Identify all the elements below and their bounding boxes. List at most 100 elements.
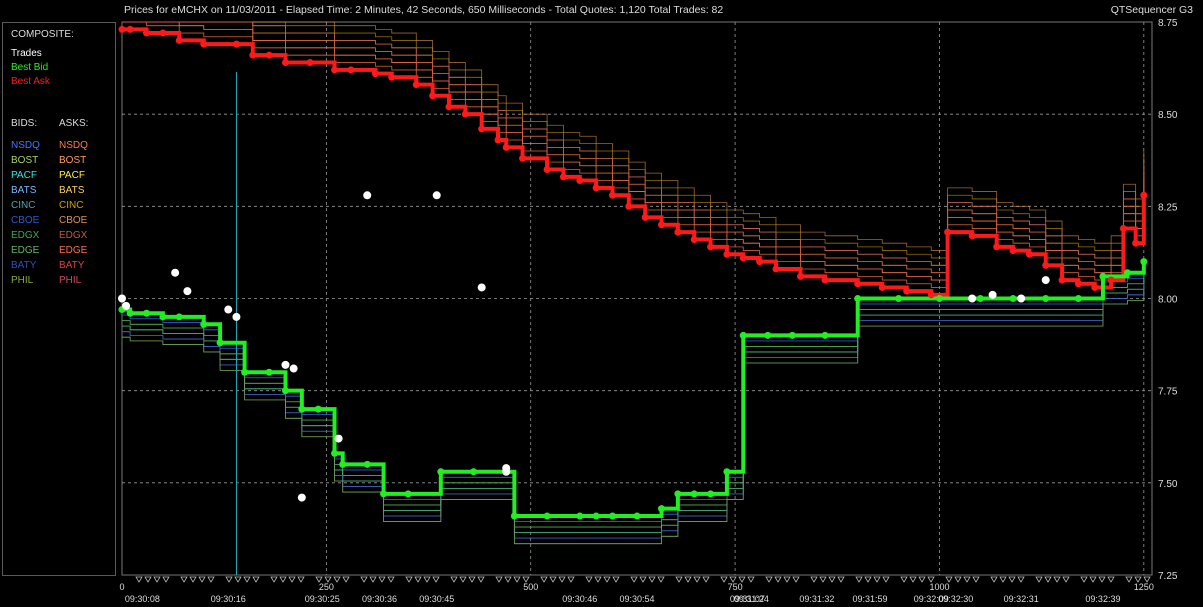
best-bid-point (331, 449, 339, 457)
best-bid-point (314, 405, 322, 413)
best-ask-point (1107, 276, 1115, 284)
best-bid-point (143, 309, 151, 317)
trade-marker-triangle (972, 576, 980, 583)
trade-marker-triangle (567, 576, 575, 583)
best-bid-point (339, 460, 347, 468)
best-bid-point (690, 490, 698, 498)
best-bid-point (470, 468, 478, 476)
trade-marker-triangle (387, 576, 395, 583)
best-bid-point (707, 490, 715, 498)
trade-marker-triangle (648, 576, 656, 583)
trade-marker-triangle (855, 576, 863, 583)
best-bid-point (1042, 295, 1050, 302)
best-bid-point (658, 505, 666, 513)
best-ask-point (1009, 247, 1017, 255)
trade-marker-triangle (1062, 576, 1070, 583)
trade-point (1041, 276, 1050, 285)
trade-marker-triangle (153, 576, 161, 583)
trade-marker-triangle (1089, 576, 1097, 583)
best-bid-point (576, 512, 584, 520)
best-bid-point (764, 331, 772, 339)
trade-marker-triangle (657, 576, 665, 583)
best-ask-point (1074, 280, 1082, 288)
best-bid-point (976, 295, 984, 302)
best-ask-point (543, 165, 551, 173)
trade-marker-triangle (1017, 576, 1025, 583)
best-bid-point (854, 295, 862, 302)
depth-ask-bost (122, 21, 1145, 281)
best-ask-point (968, 232, 976, 240)
y-tick-label: 8.50 (1158, 110, 1178, 121)
trade-marker-triangle (864, 576, 872, 583)
trade-marker-triangle (684, 576, 692, 583)
trade-marker-triangle (837, 576, 845, 583)
trade-marker-triangle (144, 576, 152, 583)
trade-marker-triangle (585, 576, 593, 583)
best-ask-point (756, 258, 764, 266)
best-ask-point (674, 228, 682, 236)
best-ask-point (1042, 261, 1050, 269)
depth-ask-nsdq (122, 21, 1145, 288)
x-index-label: 1250 (1134, 582, 1154, 592)
x-time-label: 09:30:08 (125, 594, 160, 604)
x-time-label: 09:30:25 (305, 594, 340, 604)
best-bid-point (298, 405, 306, 413)
best-ask-point (641, 213, 649, 221)
trade-marker-triangle (333, 576, 341, 583)
trade-marker-triangle (378, 576, 386, 583)
best-ask-point (772, 265, 780, 273)
best-ask-point (265, 51, 273, 59)
trade-marker-triangle (900, 576, 908, 583)
series-layer (118, 25, 1148, 520)
x-index-label: 500 (523, 582, 538, 592)
trade-marker-triangle (1098, 576, 1106, 583)
best-bid-point (633, 512, 641, 520)
x-time-label: 09:31:24 (734, 594, 769, 604)
trade-marker-triangle (720, 576, 728, 583)
y-tick-label: 7.75 (1158, 387, 1178, 398)
best-bid-point (1123, 269, 1131, 277)
trade-marker-triangle (243, 576, 251, 583)
best-ask-point (371, 70, 379, 78)
best-ask-point (1119, 224, 1127, 232)
trade-marker-triangle (513, 576, 521, 583)
best-ask-point (200, 40, 208, 48)
best-bid-point (1009, 295, 1017, 302)
best-bid-point (674, 490, 682, 498)
trade-marker-triangle (873, 576, 881, 583)
best-bid-point (739, 331, 747, 339)
x-index-label: 0 (119, 582, 124, 592)
best-ask-point (592, 184, 600, 192)
best-bid-point (821, 331, 829, 339)
y-tick-label: 7.25 (1158, 571, 1178, 582)
best-bid-point (1140, 258, 1148, 266)
trade-marker-triangle (288, 576, 296, 583)
best-ask-point (494, 136, 502, 144)
trade-marker-triangle (252, 576, 260, 583)
trade-marker-triangle (909, 576, 917, 583)
best-bid-point (543, 512, 551, 520)
best-ask-point (118, 25, 126, 33)
best-ask-point (388, 73, 396, 81)
y-tick-label: 7.50 (1158, 479, 1178, 490)
best-ask-point (821, 276, 829, 284)
best-ask-point (429, 92, 437, 100)
trade-point (289, 364, 298, 373)
best-ask-point (412, 81, 420, 89)
trade-marker-triangle (189, 576, 197, 583)
depth-ask-cinc (122, 21, 1145, 259)
trade-marker-triangle (828, 576, 836, 583)
trade-marker-triangle (549, 576, 557, 583)
best-ask-point (559, 173, 567, 181)
best-ask-point (723, 250, 731, 258)
best-ask-point (576, 177, 584, 185)
trade-marker-triangle (459, 576, 467, 583)
best-bid-point (241, 368, 249, 376)
trade-marker-triangle (1053, 576, 1061, 583)
trade-marker-triangle (423, 576, 431, 583)
trade-point (183, 287, 192, 296)
trade-point (432, 191, 441, 200)
trade-marker-triangle (207, 576, 215, 583)
trade-marker-triangle (963, 576, 971, 583)
trade-point (224, 305, 233, 314)
